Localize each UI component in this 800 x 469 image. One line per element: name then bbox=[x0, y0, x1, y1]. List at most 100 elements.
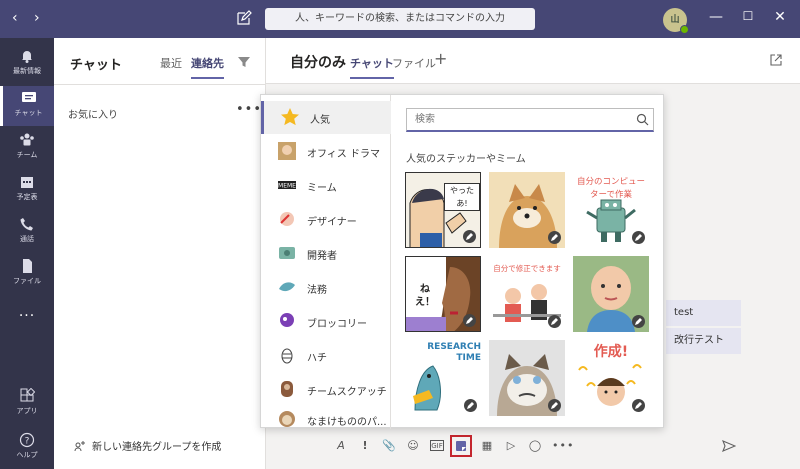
rail-files[interactable]: ファイル bbox=[0, 254, 54, 294]
sloth-icon bbox=[279, 411, 295, 427]
help-icon: ? bbox=[19, 432, 35, 448]
gif-icon[interactable]: GIF bbox=[430, 440, 444, 451]
rail-label: アプリ bbox=[16, 407, 38, 415]
tab-contacts[interactable]: 連絡先 bbox=[191, 55, 224, 79]
developer-icon bbox=[279, 247, 295, 259]
category-item[interactable]: ハチ bbox=[261, 339, 391, 372]
send-icon[interactable] bbox=[722, 439, 736, 453]
category-item[interactable]: 人気 bbox=[261, 101, 391, 134]
sticker-item[interactable]: ねえ！ bbox=[405, 256, 481, 332]
meet-icon[interactable]: ▦ bbox=[480, 439, 494, 453]
important-icon[interactable]: ! bbox=[358, 439, 372, 453]
rail-calendar[interactable]: 予定表 bbox=[0, 170, 54, 210]
rail-calls[interactable]: 通話 bbox=[0, 212, 54, 252]
category-item[interactable]: なまけもののパ... bbox=[261, 403, 391, 436]
bee-icon bbox=[281, 348, 293, 364]
stream-icon[interactable]: ▷ bbox=[504, 439, 518, 453]
chat-icon bbox=[21, 92, 36, 102]
designer-icon bbox=[280, 212, 294, 226]
back-icon[interactable]: ‹ bbox=[12, 10, 18, 26]
phone-icon bbox=[20, 218, 33, 231]
favorites-group[interactable]: お気に入り bbox=[68, 106, 118, 121]
more-options-button[interactable]: ••• bbox=[236, 102, 262, 117]
category-item[interactable]: チームスクアッチ bbox=[261, 373, 391, 406]
tab-recent[interactable]: 最近 bbox=[160, 55, 182, 71]
format-icon[interactable]: A bbox=[334, 439, 348, 453]
rail-apps[interactable]: アプリ bbox=[0, 384, 54, 424]
search-input[interactable]: 人、キーワードの検索、またはコマンドの入力 bbox=[265, 8, 535, 30]
close-icon[interactable]: ✕ bbox=[770, 9, 790, 25]
edit-sticker-icon[interactable] bbox=[463, 230, 476, 243]
chat-list-panel: チャット 最近 連絡先 お気に入り ••• 新しい連絡先グループを作成 bbox=[54, 38, 266, 469]
attach-icon[interactable]: 📎 bbox=[382, 439, 396, 453]
category-item[interactable]: オフィス ドラマ bbox=[261, 135, 391, 168]
sticker-search-input[interactable] bbox=[406, 108, 654, 132]
rail-help[interactable]: ? ヘルプ bbox=[0, 428, 54, 468]
rail-chat[interactable]: チャット bbox=[0, 86, 54, 126]
sticker-item[interactable]: 自分のコンピューターで作業 bbox=[573, 172, 649, 248]
edit-sticker-icon[interactable] bbox=[548, 315, 561, 328]
star-icon bbox=[281, 108, 299, 126]
edit-sticker-icon[interactable] bbox=[464, 399, 477, 412]
edit-sticker-icon[interactable] bbox=[548, 231, 561, 244]
category-item[interactable]: MEME ミーム bbox=[261, 169, 391, 202]
category-label: 法務 bbox=[307, 285, 327, 296]
sticker-item[interactable]: 自分で修正できます bbox=[489, 256, 565, 332]
rail-activity[interactable]: 最新情報 bbox=[0, 44, 54, 84]
edit-sticker-icon[interactable] bbox=[548, 399, 561, 412]
emoji-icon[interactable]: ☺ bbox=[406, 439, 420, 453]
category-label: オフィス ドラマ bbox=[307, 149, 380, 160]
app-rail: 最新情報 チャット チーム 予定表 通話 ファイル ... アプリ ? ヘルプ bbox=[0, 38, 54, 469]
apps-icon bbox=[20, 388, 35, 402]
praise-icon[interactable]: ◯ bbox=[528, 439, 542, 453]
filter-icon[interactable] bbox=[237, 55, 251, 69]
squatch-icon bbox=[281, 381, 293, 397]
sticker-item[interactable]: RESEARCH TIME bbox=[405, 340, 481, 416]
category-label: デザイナー bbox=[307, 217, 357, 228]
avatar-initials: 山 bbox=[670, 15, 680, 25]
tab-files[interactable]: ファイル bbox=[392, 55, 436, 71]
maximize-icon[interactable]: ☐ bbox=[738, 9, 758, 23]
rail-teams[interactable]: チーム bbox=[0, 128, 54, 168]
message-bubble[interactable]: 改行テスト bbox=[666, 328, 741, 354]
search-icon[interactable] bbox=[636, 113, 649, 126]
edit-sticker-icon[interactable] bbox=[632, 315, 645, 328]
sticker-caption: やったあ! bbox=[444, 183, 480, 211]
rail-label: チーム bbox=[16, 151, 38, 159]
forward-icon[interactable]: › bbox=[34, 10, 40, 26]
rail-label: ヘルプ bbox=[16, 451, 38, 459]
sticker-picker: 人気 オフィス ドラマ MEME ミーム デザイナー 開発者 法務 ブロッコリー bbox=[260, 94, 664, 429]
calendar-icon bbox=[21, 177, 33, 188]
popout-icon[interactable] bbox=[770, 54, 782, 66]
rail-label: 通話 bbox=[20, 235, 34, 243]
avatar[interactable]: 山 bbox=[663, 8, 689, 34]
sticker-item[interactable] bbox=[489, 340, 565, 416]
tab-chat[interactable]: チャット bbox=[350, 55, 394, 79]
compose-icon[interactable] bbox=[236, 10, 252, 26]
category-label: ミーム bbox=[307, 183, 337, 194]
category-item[interactable]: ブロッコリー bbox=[261, 305, 391, 338]
minimize-icon[interactable]: — bbox=[706, 9, 726, 25]
sticker-item[interactable] bbox=[573, 256, 649, 332]
message-bubble[interactable]: test bbox=[666, 300, 741, 326]
edit-sticker-icon[interactable] bbox=[632, 399, 645, 412]
more-options-icon[interactable]: ••• bbox=[552, 439, 573, 453]
sticker-item[interactable]: 作成! bbox=[573, 340, 649, 416]
category-item[interactable]: デザイナー bbox=[261, 203, 391, 236]
category-item[interactable]: 法務 bbox=[261, 271, 391, 304]
category-item[interactable]: 開発者 bbox=[261, 237, 391, 270]
more-icon: ... bbox=[18, 304, 36, 320]
sticker-icon[interactable] bbox=[450, 435, 472, 457]
edit-sticker-icon[interactable] bbox=[463, 314, 476, 327]
new-group-label: 新しい連絡先グループを作成 bbox=[92, 442, 222, 453]
svg-text:MEME: MEME bbox=[278, 183, 296, 190]
sticker-item[interactable]: やったあ! bbox=[405, 172, 481, 248]
new-group-button[interactable]: 新しい連絡先グループを作成 bbox=[74, 438, 221, 453]
sticker-glyph bbox=[456, 441, 466, 451]
sticker-item[interactable] bbox=[489, 172, 565, 248]
add-tab-button[interactable]: + bbox=[434, 49, 447, 68]
edit-sticker-icon[interactable] bbox=[632, 231, 645, 244]
rail-more[interactable]: ... bbox=[0, 302, 54, 342]
category-label: ハチ bbox=[307, 353, 327, 364]
category-label: なまけもののパ... bbox=[307, 417, 387, 428]
